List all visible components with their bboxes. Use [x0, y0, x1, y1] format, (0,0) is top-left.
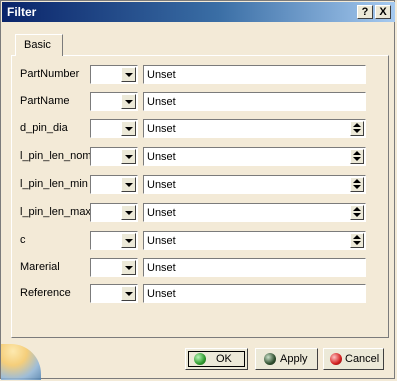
spinner-icon[interactable] [350, 233, 364, 248]
row-label: PartName [20, 95, 70, 107]
filter-row: Reference Unset [1, 283, 397, 303]
operator-combo[interactable] [90, 284, 138, 303]
operator-combo[interactable] [90, 92, 138, 111]
value-text: Unset [147, 262, 176, 274]
value-text: Unset [147, 69, 176, 81]
title-bar: Filter ? X [2, 2, 395, 22]
row-label: Marerial [20, 261, 60, 273]
row-label: PartNumber [20, 68, 80, 80]
operator-combo[interactable] [90, 231, 138, 250]
chevron-down-icon[interactable] [121, 149, 136, 164]
filter-row: c Unset [1, 230, 397, 250]
tab-basic-label: Basic [24, 39, 51, 51]
ok-label: OK [216, 353, 232, 365]
operator-combo[interactable] [90, 119, 138, 138]
apply-icon [264, 353, 276, 365]
decorative-corner-image [1, 344, 41, 380]
row-label: d_pin_dia [20, 122, 68, 134]
value-text: Unset [147, 96, 176, 108]
cancel-icon [330, 353, 342, 365]
filter-row: d_pin_dia Unset [1, 118, 397, 138]
spinner-icon[interactable] [350, 121, 364, 136]
chevron-down-icon[interactable] [121, 67, 136, 82]
chevron-down-icon[interactable] [121, 177, 136, 192]
value-field[interactable]: Unset [143, 284, 366, 303]
spinner-icon[interactable] [350, 149, 364, 164]
value-text: Unset [147, 288, 176, 300]
value-text: Unset [147, 179, 176, 191]
chevron-down-icon[interactable] [121, 121, 136, 136]
value-field[interactable]: Unset [143, 147, 366, 166]
value-text: Unset [147, 123, 176, 135]
row-label: l_pin_len_min [20, 178, 88, 190]
ok-icon [194, 353, 206, 365]
spinner-icon[interactable] [350, 177, 364, 192]
operator-combo[interactable] [90, 203, 138, 222]
close-button[interactable]: X [375, 5, 391, 19]
apply-button[interactable]: Apply [255, 348, 318, 370]
value-text: Unset [147, 151, 176, 163]
spinner-icon[interactable] [350, 205, 364, 220]
value-field[interactable]: Unset [143, 175, 366, 194]
row-label: c [20, 234, 26, 246]
filter-row: PartName Unset [1, 91, 397, 111]
operator-combo[interactable] [90, 147, 138, 166]
value-field[interactable]: Unset [143, 65, 366, 84]
chevron-down-icon[interactable] [121, 260, 136, 275]
window-title: Filter [7, 5, 37, 19]
value-field[interactable]: Unset [143, 231, 366, 250]
chevron-down-icon[interactable] [121, 286, 136, 301]
filter-dialog: Filter ? X Basic PartNumber Unset PartNa… [0, 0, 397, 380]
chevron-down-icon[interactable] [121, 205, 136, 220]
help-button[interactable]: ? [357, 5, 373, 19]
apply-label: Apply [280, 353, 308, 365]
value-field[interactable]: Unset [143, 92, 366, 111]
chevron-down-icon[interactable] [121, 94, 136, 109]
tab-basic[interactable]: Basic [15, 34, 63, 56]
filter-row: l_pin_len_max Unset [1, 202, 397, 222]
value-field[interactable]: Unset [143, 119, 366, 138]
row-label: l_pin_len_nom [20, 150, 92, 162]
ok-button[interactable]: OK [185, 348, 248, 370]
cancel-label: Cancel [345, 353, 380, 365]
operator-combo[interactable] [90, 175, 138, 194]
row-label: Reference [20, 287, 71, 299]
chevron-down-icon[interactable] [121, 233, 136, 248]
filter-row: l_pin_len_nom Unset [1, 146, 397, 166]
value-field[interactable]: Unset [143, 258, 366, 277]
filter-row: Marerial Unset [1, 257, 397, 277]
value-text: Unset [147, 235, 176, 247]
value-field[interactable]: Unset [143, 203, 366, 222]
filter-row: l_pin_len_min Unset [1, 174, 397, 194]
filter-row: PartNumber Unset [1, 64, 397, 84]
operator-combo[interactable] [90, 65, 138, 84]
row-label: l_pin_len_max [20, 206, 91, 218]
value-text: Unset [147, 207, 176, 219]
cancel-button[interactable]: Cancel [323, 348, 384, 370]
operator-combo[interactable] [90, 258, 138, 277]
